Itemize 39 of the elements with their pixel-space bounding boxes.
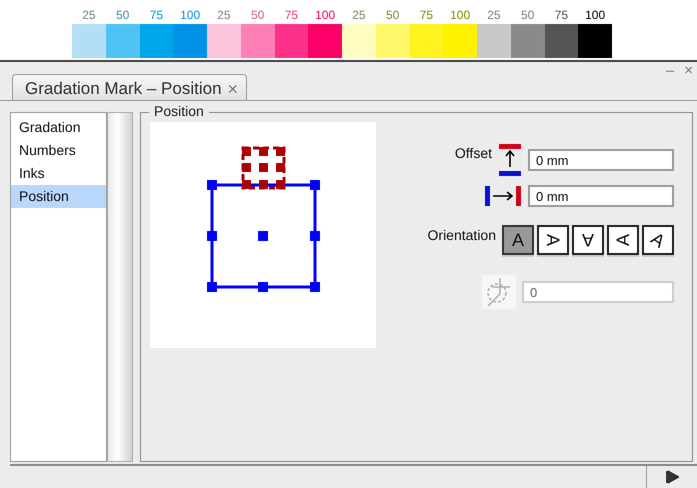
orientation-button[interactable]: A bbox=[502, 225, 534, 255]
tint-label: 25 bbox=[81, 8, 97, 24]
orientation-button[interactable]: A bbox=[537, 225, 569, 255]
panel-tab[interactable]: Gradation Mark – Position × bbox=[12, 74, 248, 100]
orientation-button[interactable]: A bbox=[572, 225, 604, 255]
tint-label: 25 bbox=[486, 8, 502, 24]
orientation-button[interactable]: A bbox=[642, 225, 674, 255]
tint-label: 100 bbox=[449, 8, 472, 24]
tint-label: 50 bbox=[520, 8, 536, 24]
offset-field[interactable]: 0 mm bbox=[528, 185, 674, 207]
close-button[interactable]: × bbox=[684, 62, 693, 80]
rotation-icon bbox=[482, 275, 516, 309]
tab-close-button[interactable]: × bbox=[228, 78, 238, 100]
sidebar-item[interactable]: Position bbox=[11, 185, 106, 208]
play-icon bbox=[665, 470, 679, 484]
orientation-button[interactable]: A bbox=[607, 225, 639, 255]
tint-label: 75 bbox=[148, 8, 164, 24]
tint-label: 100 bbox=[584, 8, 606, 24]
tint-label: 75 bbox=[284, 8, 300, 24]
offset-field[interactable]: 0 mm bbox=[528, 149, 674, 171]
horizontal-offset-icon bbox=[484, 185, 522, 207]
tint-label: 75 bbox=[418, 8, 434, 24]
offset-label: Offset bbox=[454, 145, 492, 161]
sidebar-item[interactable]: Numbers bbox=[11, 139, 106, 162]
sidebar-item[interactable]: Gradation bbox=[11, 116, 106, 139]
minimize-button[interactable]: – bbox=[666, 62, 674, 80]
tint-label: 25 bbox=[351, 8, 367, 24]
tint-label: 100 bbox=[179, 8, 202, 24]
tint-label: 50 bbox=[114, 8, 130, 24]
tint-label: 100 bbox=[314, 8, 336, 24]
tint-label: 25 bbox=[216, 8, 232, 24]
mark-drawing bbox=[242, 146, 286, 190]
tint-label: 50 bbox=[384, 8, 400, 24]
sidebar-item[interactable]: Inks bbox=[11, 162, 106, 185]
vertical-offset-icon bbox=[498, 143, 522, 177]
tint-label: 75 bbox=[554, 8, 570, 24]
scrollbar[interactable] bbox=[107, 112, 133, 462]
tint-label: 50 bbox=[250, 8, 266, 24]
orientation-label: Orientation bbox=[428, 227, 496, 243]
